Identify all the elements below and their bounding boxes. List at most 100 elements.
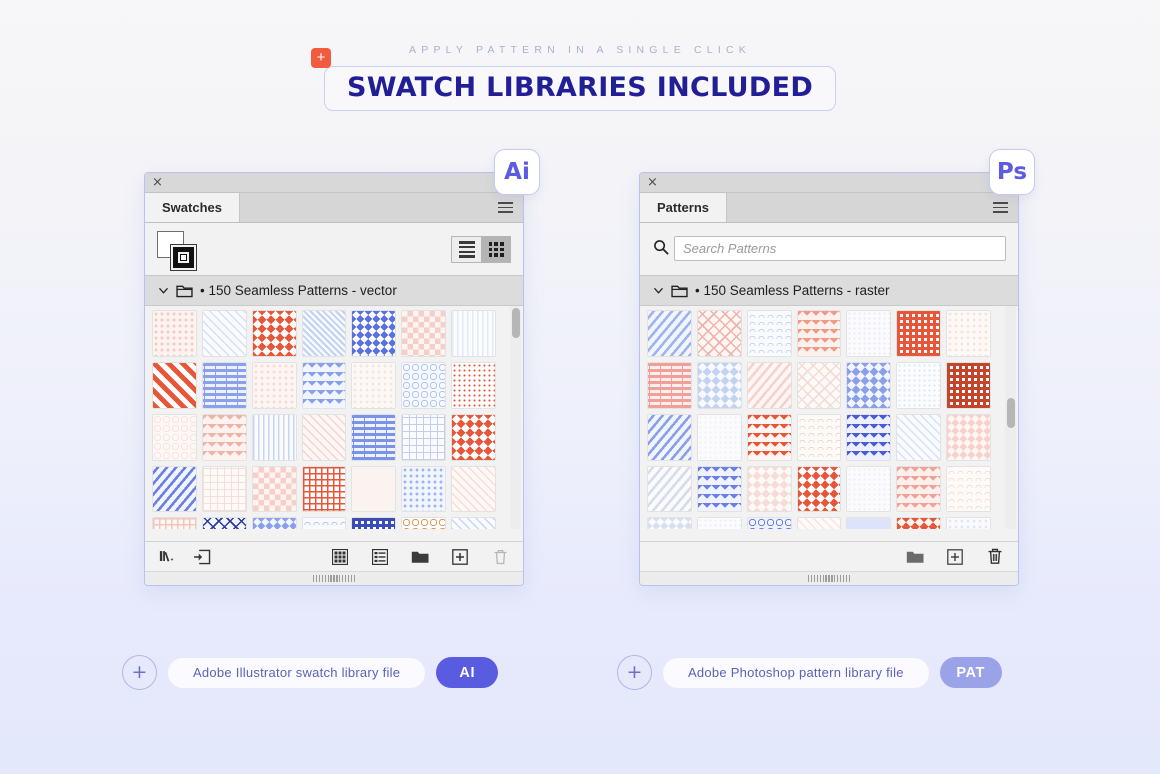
pattern-item[interactable]	[696, 465, 742, 513]
tab-swatches[interactable]: Swatches	[145, 193, 240, 222]
stroke-swatch[interactable]	[170, 244, 197, 271]
panel-resize-grip-ps[interactable]	[640, 571, 1018, 585]
pattern-item[interactable]	[946, 310, 991, 357]
swatch-item[interactable]	[152, 310, 197, 357]
swatches-panel[interactable]: × Swatches • 150 Seamless Patterns - vec…	[144, 172, 524, 586]
pattern-item[interactable]	[746, 310, 792, 357]
swatch-item[interactable]	[351, 517, 397, 529]
pattern-item[interactable]	[746, 361, 792, 409]
pattern-item[interactable]	[796, 517, 842, 529]
swatch-grid-area-ps[interactable]	[640, 306, 1018, 529]
swatch-item[interactable]	[401, 361, 447, 409]
swatch-grid-ai[interactable]	[152, 310, 496, 529]
scrollbar-thumb-ai[interactable]	[511, 308, 520, 338]
pattern-item[interactable]	[696, 310, 742, 357]
swatch-item[interactable]	[451, 361, 496, 409]
fill-stroke-indicator[interactable]	[157, 231, 201, 271]
swatch-item[interactable]	[451, 517, 496, 529]
swatch-item[interactable]	[152, 465, 197, 513]
pattern-item[interactable]	[796, 465, 842, 513]
swatch-item[interactable]	[201, 413, 247, 461]
tab-patterns[interactable]: Patterns	[640, 193, 728, 222]
pattern-item[interactable]	[796, 413, 842, 461]
swatch-item[interactable]	[251, 465, 297, 513]
swatch-item[interactable]	[351, 310, 397, 357]
swatch-libraries-menu-icon[interactable]	[159, 548, 177, 566]
pattern-item[interactable]	[896, 413, 942, 461]
hamburger-menu-icon[interactable]	[993, 202, 1008, 213]
vertical-scrollbar-ps[interactable]	[1005, 306, 1016, 529]
swatch-item[interactable]	[351, 413, 397, 461]
show-swatch-kinds-icon[interactable]	[331, 548, 349, 566]
plus-circle-icon[interactable]: +	[122, 655, 157, 690]
swatch-grid-area-ai[interactable]	[145, 306, 523, 529]
pattern-item[interactable]	[946, 413, 991, 461]
swatch-item[interactable]	[201, 465, 247, 513]
pattern-item[interactable]	[946, 517, 991, 529]
pattern-item[interactable]	[946, 361, 991, 409]
swatch-item[interactable]	[201, 517, 247, 529]
pattern-item[interactable]	[796, 310, 842, 357]
swatch-item[interactable]	[152, 413, 197, 461]
search-input[interactable]	[674, 236, 1006, 261]
close-icon[interactable]: ×	[152, 175, 163, 191]
add-to-library-icon[interactable]	[193, 548, 211, 566]
list-view-icon[interactable]	[452, 237, 481, 262]
pattern-item[interactable]	[846, 361, 892, 409]
pattern-item[interactable]	[946, 465, 991, 513]
pattern-item[interactable]	[696, 413, 742, 461]
swatch-item[interactable]	[251, 517, 297, 529]
swatch-item[interactable]	[351, 465, 397, 513]
pattern-item[interactable]	[846, 517, 892, 529]
swatch-item[interactable]	[201, 310, 247, 357]
delete-pattern-icon[interactable]	[986, 548, 1004, 566]
swatch-item[interactable]	[152, 517, 197, 529]
swatch-item[interactable]	[251, 413, 297, 461]
patterns-panel[interactable]: × Patterns • 150 Seamless Patterns - ras…	[639, 172, 1019, 586]
swatch-item[interactable]	[201, 361, 247, 409]
pattern-item[interactable]	[746, 465, 792, 513]
chevron-down-icon[interactable]	[653, 285, 664, 296]
swatch-item[interactable]	[401, 517, 447, 529]
pattern-item[interactable]	[696, 361, 742, 409]
pattern-item[interactable]	[647, 413, 692, 461]
swatch-options-icon[interactable]	[371, 548, 389, 566]
new-swatch-icon[interactable]	[451, 548, 469, 566]
swatch-item[interactable]	[401, 465, 447, 513]
close-icon[interactable]: ×	[647, 175, 658, 191]
swatch-item[interactable]	[401, 413, 447, 461]
pattern-item[interactable]	[896, 465, 942, 513]
chevron-down-icon[interactable]	[158, 285, 169, 296]
swatch-item[interactable]	[251, 310, 297, 357]
swatch-item[interactable]	[301, 517, 347, 529]
pattern-item[interactable]	[647, 465, 692, 513]
swatch-item[interactable]	[301, 465, 347, 513]
pattern-item[interactable]	[896, 361, 942, 409]
swatch-item[interactable]	[451, 413, 496, 461]
pattern-item[interactable]	[647, 517, 692, 529]
pattern-item[interactable]	[846, 310, 892, 357]
swatch-item[interactable]	[251, 361, 297, 409]
folder-header-row-ai[interactable]: • 150 Seamless Patterns - vector	[145, 275, 523, 306]
swatch-item[interactable]	[451, 465, 496, 513]
pattern-item[interactable]	[846, 465, 892, 513]
pattern-grid-ps[interactable]	[647, 310, 991, 529]
pattern-item[interactable]	[896, 310, 942, 357]
grid-view-icon[interactable]	[481, 237, 510, 262]
pattern-item[interactable]	[647, 310, 692, 357]
folder-header-row-ps[interactable]: • 150 Seamless Patterns - raster	[640, 275, 1018, 306]
view-toggle-group[interactable]	[451, 236, 511, 263]
pattern-item[interactable]	[796, 361, 842, 409]
pattern-item[interactable]	[846, 413, 892, 461]
scrollbar-thumb-ps[interactable]	[1006, 398, 1015, 428]
swatch-item[interactable]	[401, 310, 447, 357]
swatch-item[interactable]	[152, 361, 197, 409]
pattern-item[interactable]	[896, 517, 942, 529]
pattern-item[interactable]	[647, 361, 692, 409]
pattern-item[interactable]	[696, 517, 742, 529]
hamburger-menu-icon[interactable]	[498, 202, 513, 213]
swatch-item[interactable]	[301, 310, 347, 357]
swatch-item[interactable]	[351, 361, 397, 409]
pattern-item[interactable]	[746, 413, 792, 461]
swatch-item[interactable]	[301, 413, 347, 461]
